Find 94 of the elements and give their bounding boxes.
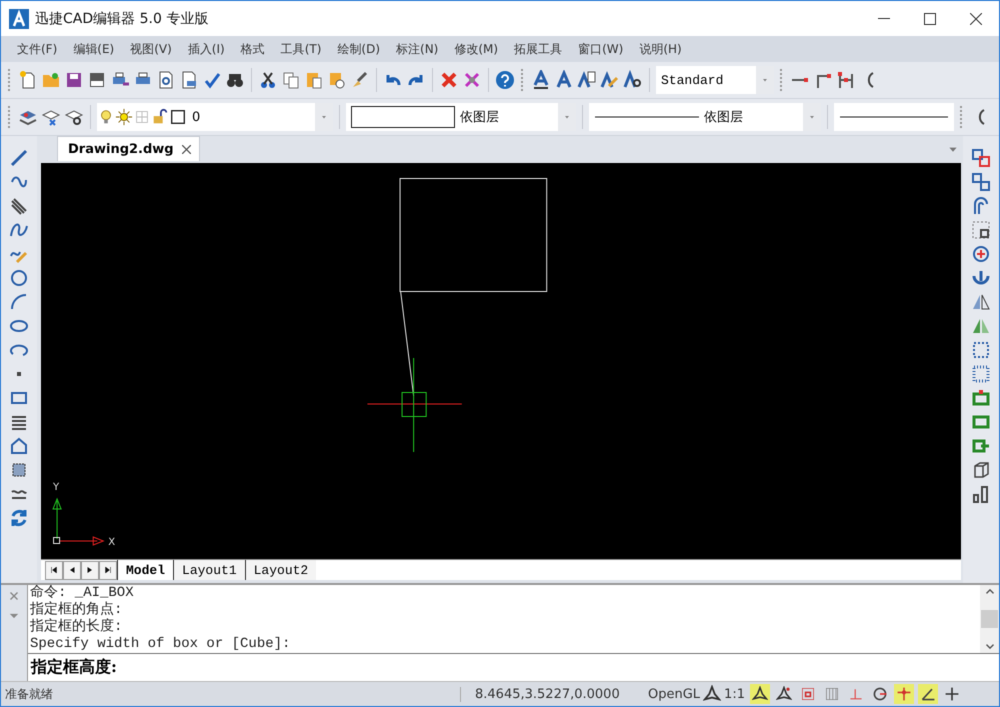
last-tab-button[interactable] — [99, 560, 117, 580]
circle-icon[interactable] — [9, 268, 29, 288]
scale-icon[interactable] — [971, 340, 991, 360]
help-icon[interactable] — [495, 70, 515, 90]
first-tab-button[interactable] — [45, 560, 63, 580]
menu-item[interactable]: 标注(N) — [388, 40, 446, 58]
first-icon — [49, 565, 59, 575]
color-swatch-icon — [169, 108, 187, 126]
ortho-icon — [848, 686, 864, 702]
snap-icon — [800, 686, 816, 702]
offset-icon[interactable] — [971, 196, 991, 216]
menu-item[interactable]: 视图(V) — [122, 40, 180, 58]
menu-item[interactable]: 说明(H) — [631, 40, 690, 58]
mirror-icon[interactable] — [971, 292, 991, 312]
ucs-axes-icon — [52, 498, 105, 546]
delete-icon[interactable] — [439, 70, 459, 90]
spell-check-icon[interactable] — [202, 70, 222, 90]
region-icon[interactable] — [9, 436, 29, 456]
object-snap-icon — [896, 686, 912, 702]
document-tab[interactable]: Drawing2.dwg — [57, 136, 200, 161]
x-axis-label: X — [108, 537, 116, 548]
polar-icon — [872, 686, 888, 702]
menu-item[interactable]: 文件(F) — [9, 40, 66, 58]
auto-scale-icon — [776, 686, 792, 702]
minimize-icon — [878, 18, 890, 19]
text-style-dropdown[interactable]: Standard — [656, 66, 774, 94]
lineweight-icon — [944, 686, 960, 702]
menu-item[interactable]: 插入(I) — [180, 40, 233, 58]
trim-icon[interactable] — [971, 388, 991, 408]
status-toggle[interactable] — [894, 684, 914, 704]
regenerate-icon[interactable] — [9, 508, 29, 528]
status-message: 准备就绪 — [4, 686, 54, 702]
coordinates-readout: 8.4645,3.5227,0.0000 — [460, 686, 645, 702]
brush-icon[interactable] — [350, 70, 370, 90]
close-tab-icon[interactable] — [182, 144, 191, 154]
annotation-scale[interactable]: 1:1 — [721, 686, 748, 702]
command-history-line: 命令: _AI_BOX — [30, 585, 135, 601]
app-logo-icon — [9, 8, 29, 28]
find-text-icon[interactable] — [623, 70, 643, 90]
y-axis-label: Y — [53, 482, 60, 493]
last-icon — [103, 565, 113, 575]
linetype-dropdown[interactable]: 依图层 — [589, 103, 821, 131]
status-toggle[interactable] — [750, 684, 770, 704]
grid-icon — [824, 686, 840, 702]
aligned-dimension-icon[interactable] — [836, 70, 856, 90]
layout-tab[interactable]: Layout2 — [244, 560, 316, 580]
copy-icon[interactable] — [281, 70, 301, 90]
lineweight-dropdown[interactable] — [834, 103, 954, 131]
arc-icon[interactable] — [9, 292, 29, 312]
color-dropdown[interactable]: 依图层 — [346, 103, 576, 131]
stretch-icon[interactable] — [971, 364, 991, 384]
viewport-freeze-icon — [133, 108, 151, 126]
drawing-canvas[interactable]: Y X — [41, 163, 961, 559]
text-icon[interactable] — [554, 70, 574, 90]
purge-icon[interactable] — [462, 70, 482, 90]
menu-item[interactable]: 拓展工具 — [506, 40, 570, 58]
edit-text-icon[interactable] — [577, 70, 597, 90]
paste-icon[interactable] — [304, 70, 324, 90]
status-toggle[interactable] — [918, 684, 938, 704]
copy-multiple-icon[interactable] — [971, 172, 991, 192]
layout-tab[interactable]: Layout1 — [173, 560, 245, 580]
text-style-icon[interactable] — [531, 70, 551, 90]
previous-tab-button[interactable] — [63, 560, 81, 580]
layer-dropdown[interactable]: 0 — [97, 103, 333, 131]
menu-item[interactable]: 绘制(D) — [329, 40, 388, 58]
line-icon[interactable] — [9, 148, 29, 168]
menu-item[interactable]: 格式 — [232, 40, 273, 58]
maximize-icon — [924, 12, 936, 24]
menu-item[interactable]: 修改(M) — [446, 40, 506, 58]
save-icon[interactable] — [64, 70, 84, 90]
annotation-visibility-icon — [752, 686, 768, 702]
object-tracking-icon — [920, 686, 936, 702]
multiline-icon[interactable] — [9, 196, 29, 216]
window-title: 迅捷CAD编辑器 5.0 专业版 — [35, 10, 210, 28]
copy-objects-icon[interactable] — [971, 148, 991, 168]
scrollbar-thumb[interactable] — [981, 610, 998, 628]
annotation-scale-icon[interactable] — [703, 685, 722, 703]
paste-block-icon[interactable] — [327, 70, 347, 90]
sun-icon — [115, 108, 133, 126]
renderer-label[interactable]: OpenGL — [645, 686, 704, 702]
command-history-line: 指定框的角点: — [30, 602, 124, 618]
command-prompt[interactable]: 指定框高度: — [28, 654, 999, 681]
bars-icon[interactable] — [971, 484, 991, 504]
unlock-icon — [151, 108, 169, 126]
move-icon[interactable] — [971, 244, 991, 264]
menu-item[interactable]: 窗口(W) — [570, 40, 632, 58]
next-tab-button[interactable] — [81, 560, 99, 580]
scissors-icon[interactable] — [258, 70, 278, 90]
text-pencil-icon[interactable] — [600, 70, 620, 90]
menu-item[interactable]: 编辑(E) — [65, 40, 122, 58]
menu-item[interactable]: 工具(T) — [272, 40, 330, 58]
close-icon — [970, 12, 982, 24]
command-history-line: 指定框的长度: — [30, 619, 124, 636]
command-history-line: Specify width of box or [Cube]: — [30, 636, 292, 653]
